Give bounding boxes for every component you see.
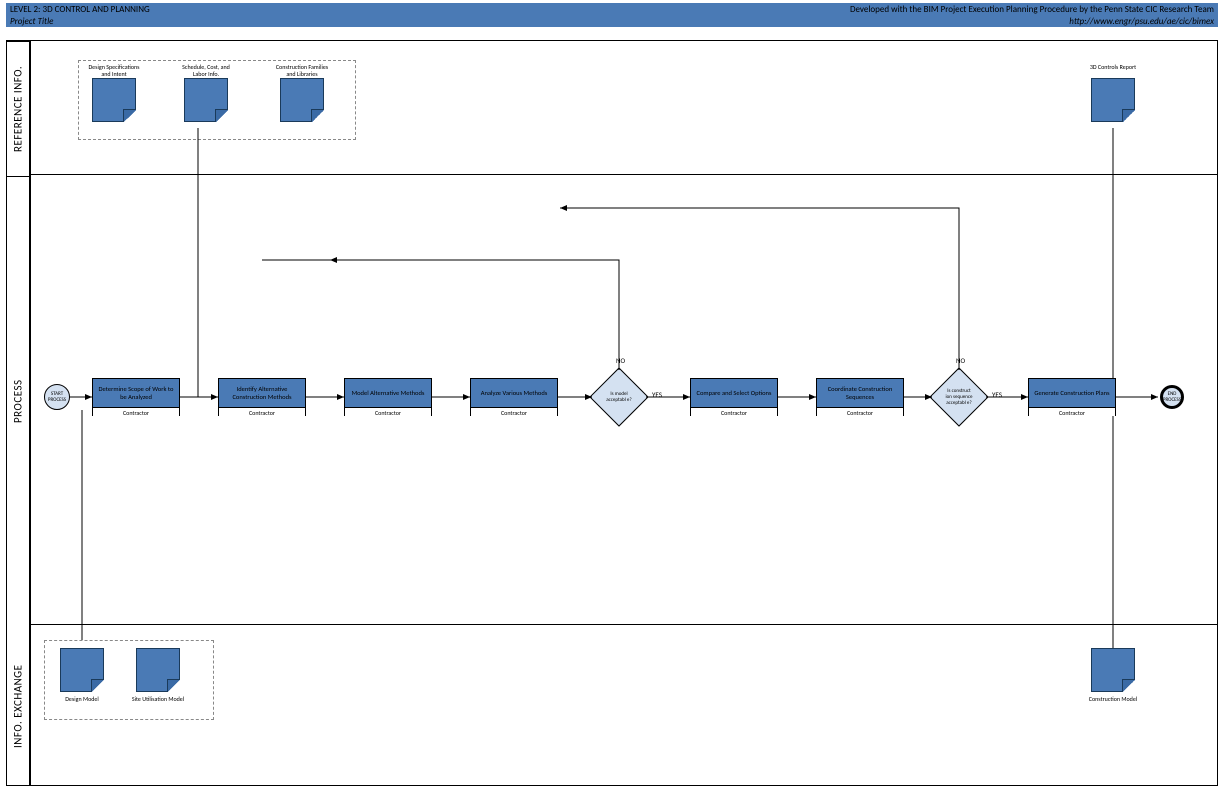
task-generate-plans: Generate Construction Plans Contractor	[1028, 378, 1116, 416]
dev-url: http://www.engr/psu.edu/ae/cic/bimex	[850, 16, 1214, 28]
doc-design-spec: Design Specifications and Intent	[84, 64, 144, 122]
task-role: Contractor	[219, 407, 305, 417]
doc-label: Construction Model	[1083, 696, 1143, 703]
task-title: Identify Alternative Construction Method…	[219, 379, 305, 407]
doc-label: Design Model	[52, 696, 112, 703]
doc-schedule-cost: Schedule, Cost, and Labor Info.	[176, 64, 236, 122]
doc-label: Schedule, Cost, and Labor Info.	[176, 64, 236, 78]
doc-design-model: Design Model	[52, 648, 112, 692]
note-icon	[60, 648, 104, 692]
task-compare-select: Compare and Select Options Contractor	[690, 378, 778, 416]
doc-label: Site Utilisation Model	[128, 696, 188, 703]
note-icon	[1091, 78, 1135, 122]
doc-label: Design Specifications and Intent	[84, 64, 144, 78]
start-event: START PROCESS	[44, 384, 70, 410]
task-title: Determine Scope of Work to be Analyzed	[93, 379, 179, 407]
doc-label: 3D Controls Report	[1083, 64, 1143, 78]
task-role: Contractor	[817, 407, 903, 417]
task-analyze-methods: Analyze Various Methods Contractor	[470, 378, 558, 416]
doc-label: Construction Families and Libraries	[272, 64, 332, 78]
lane-label-process: PROCESS	[7, 176, 29, 626]
doc-construction-families: Construction Families and Libraries	[272, 64, 332, 122]
gateway-model-acceptable: Is model acceptabl e?	[598, 376, 640, 418]
note-icon	[136, 648, 180, 692]
swimlane-labels: REFERENCE INFO. PROCESS INFO. EXCHANGE	[6, 40, 30, 786]
task-determine-scope: Determine Scope of Work to be Analyzed C…	[92, 378, 180, 416]
doc-site-utilisation-model: Site Utilisation Model	[128, 648, 188, 692]
task-identify-methods: Identify Alternative Construction Method…	[218, 378, 306, 416]
task-role: Contractor	[691, 407, 777, 417]
gateway-sequence-acceptable: Is construct ion sequence acceptabl e?	[938, 376, 980, 418]
note-icon	[280, 78, 324, 122]
task-model-methods: Model Alternative Methods Contractor	[344, 378, 432, 416]
page-subtitle: Project Title	[10, 16, 150, 28]
note-icon	[184, 78, 228, 122]
task-role: Contractor	[93, 407, 179, 417]
edge-label-yes-2: YES	[992, 390, 1002, 399]
end-event: END PROCESS	[1160, 385, 1184, 409]
edge-label-no-1: NO	[616, 356, 625, 365]
task-role: Contractor	[1029, 407, 1115, 417]
task-title: Coordinate Construction Sequences	[817, 379, 903, 407]
title-bar: LEVEL 2: 3D CONTROL AND PLANNING Project…	[6, 3, 1218, 27]
page-title: LEVEL 2: 3D CONTROL AND PLANNING	[10, 4, 150, 16]
lane-label-info-exchange: INFO. EXCHANGE	[7, 626, 29, 787]
task-role: Contractor	[345, 407, 431, 417]
task-title: Compare and Select Options	[691, 379, 777, 407]
edge-label-yes-1: YES	[652, 390, 662, 399]
doc-3d-controls-report: 3D Controls Report	[1083, 64, 1143, 122]
doc-construction-model: Construction Model	[1083, 648, 1143, 692]
task-title: Generate Construction Plans	[1029, 379, 1115, 407]
task-title: Analyze Various Methods	[471, 379, 557, 407]
note-icon	[92, 78, 136, 122]
note-icon	[1091, 648, 1135, 692]
lane-label-reference: REFERENCE INFO.	[7, 41, 29, 176]
task-title: Model Alternative Methods	[345, 379, 431, 407]
task-coordinate-sequences: Coordinate Construction Sequences Contra…	[816, 378, 904, 416]
dev-credit: Developed with the BIM Project Execution…	[850, 4, 1214, 16]
edge-label-no-2: NO	[956, 356, 965, 365]
task-role: Contractor	[471, 407, 557, 417]
